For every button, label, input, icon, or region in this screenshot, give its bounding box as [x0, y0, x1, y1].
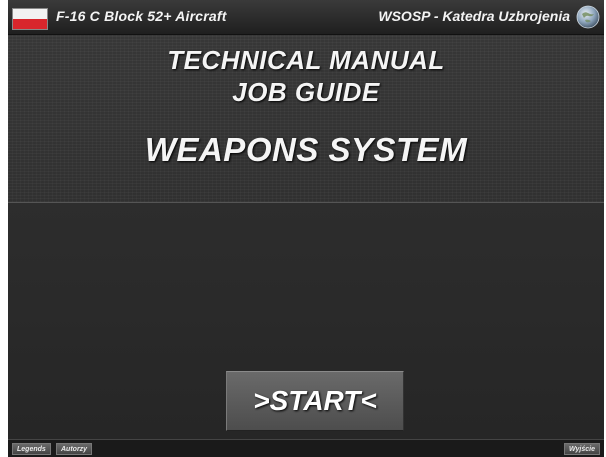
- main-panel: >START<: [8, 203, 604, 439]
- app-window: F-16 C Block 52+ Aircraft WSOSP - Katedr…: [8, 0, 604, 457]
- legends-button[interactable]: Legends: [12, 443, 51, 455]
- footer-bar: Legends Autorzy Wyjście: [8, 439, 604, 457]
- exit-button[interactable]: Wyjście: [564, 443, 600, 455]
- poland-flag-icon: [12, 8, 48, 30]
- title-bar: F-16 C Block 52+ Aircraft WSOSP - Katedr…: [8, 0, 604, 35]
- start-button[interactable]: >START<: [226, 371, 404, 431]
- system-title: WEAPONS SYSTEM: [144, 131, 468, 168]
- organization-title: WSOSP - Katedra Uzbrojenia: [378, 8, 570, 24]
- manual-title-line2: JOB GUIDE: [232, 77, 380, 107]
- manual-title-line1: TECHNICAL MANUAL: [167, 45, 445, 75]
- header-panel: TECHNICAL MANUAL JOB GUIDE WEAPONS SYSTE…: [8, 35, 604, 203]
- authors-button[interactable]: Autorzy: [56, 443, 93, 455]
- globe-emblem-icon: [576, 5, 600, 29]
- aircraft-title: F-16 C Block 52+ Aircraft: [56, 8, 227, 24]
